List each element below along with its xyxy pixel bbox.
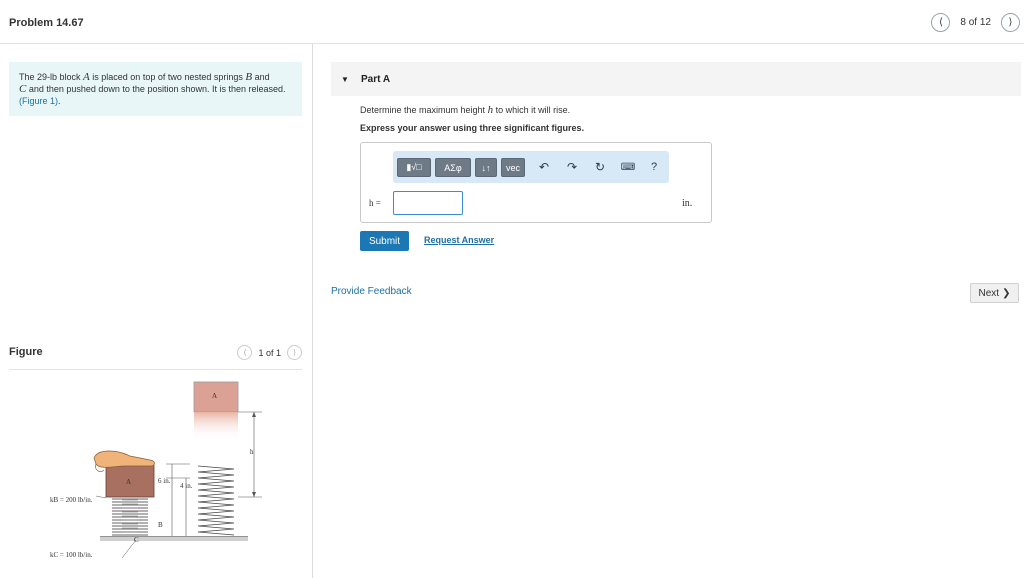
spring-block-figure: A A h 6 in. 4 in. kB = 200 lb/in. B C kC… [40, 378, 280, 578]
figure-pager: ⟨ 1 of 1 ⟩ [237, 345, 302, 360]
request-answer-link[interactable]: Request Answer [424, 235, 494, 245]
provide-feedback-link[interactable]: Provide Feedback [331, 286, 412, 297]
answer-input[interactable] [393, 191, 463, 215]
problem-pager-text: 8 of 12 [960, 17, 991, 28]
problem-text: The 29-lb block [19, 72, 84, 82]
label-spring-c: C [134, 536, 139, 544]
figure-link[interactable]: (Figure 1) [19, 96, 58, 106]
part-a-header[interactable]: ▼ Part A [331, 62, 1021, 96]
block-motion-trail [194, 412, 238, 440]
spring-free [197, 465, 235, 536]
label-6in: 6 in. [158, 477, 171, 485]
figure-header: Figure ⟨ 1 of 1 ⟩ [9, 344, 302, 370]
answer-label: h = [369, 198, 381, 208]
var-a: A [83, 71, 90, 83]
vec-button[interactable]: vec [501, 158, 525, 177]
undo-icon[interactable]: ↶ [535, 159, 553, 175]
chevron-left-icon: ⟨ [938, 17, 943, 28]
prev-figure-button[interactable]: ⟨ [237, 345, 253, 360]
ground [100, 537, 248, 541]
label-kc: kC = 100 lb/in. [50, 551, 93, 559]
caret-down-icon[interactable]: ▼ [341, 75, 349, 84]
problem-pager: ⟨ 8 of 12 ⟩ [931, 13, 1020, 32]
keyboard-icon[interactable]: ⌨ [619, 159, 637, 175]
greek-button[interactable]: ΑΣφ [435, 158, 471, 177]
label-4in: 4 in. [180, 482, 193, 490]
help-button[interactable]: ? [645, 159, 663, 175]
question-text: Determine the maximum height h to which … [360, 104, 570, 116]
chevron-right-icon: ⟩ [292, 348, 297, 357]
problem-title: Problem 14.67 [9, 17, 84, 29]
label-block-top: A [212, 392, 218, 400]
templates-button[interactable]: ▮√□ [397, 158, 431, 177]
figure-pager-text: 1 of 1 [258, 347, 281, 358]
label-kb: kB = 200 lb/in. [50, 496, 93, 504]
problem-text: . [58, 96, 61, 106]
spring-b [112, 498, 148, 536]
redo-icon[interactable]: ↷ [563, 159, 581, 175]
figure-title: Figure [9, 346, 43, 358]
chevron-right-icon: ❯ [1002, 287, 1011, 299]
next-figure-button[interactable]: ⟩ [287, 345, 302, 360]
arrows-button[interactable]: ↓↑ [475, 158, 497, 177]
label-h: h [250, 448, 254, 456]
label-spring-b: B [158, 521, 163, 529]
problem-text: and then pushed down to the position sho… [26, 84, 286, 94]
answer-instruction: Express your answer using three signific… [360, 123, 585, 133]
column-divider [312, 44, 313, 578]
reset-icon[interactable]: ↻ [591, 159, 609, 175]
problem-text: and [252, 72, 270, 82]
chevron-left-icon: ⟨ [243, 348, 247, 357]
next-button[interactable]: Next ❯ [970, 283, 1019, 303]
answer-unit: in. [682, 198, 693, 209]
next-label: Next [978, 287, 1000, 299]
problem-statement: The 29-lb block A is placed on top of tw… [9, 62, 302, 116]
prev-problem-button[interactable]: ⟨ [931, 13, 951, 32]
problem-text: is placed on top of two nested springs [89, 72, 246, 82]
question-post: to which it will rise. [493, 105, 571, 115]
chevron-right-icon: ⟩ [1008, 17, 1013, 28]
part-a-title: Part A [361, 74, 391, 85]
math-toolbar: ▮√□ ΑΣφ ↓↑ vec ↶ ↷ ↻ ⌨ ? [393, 151, 669, 183]
question-pre: Determine the maximum height [360, 105, 488, 115]
answer-box: ▮√□ ΑΣφ ↓↑ vec ↶ ↷ ↻ ⌨ ? h = in. [360, 142, 712, 223]
submit-button[interactable]: Submit [360, 231, 409, 251]
hand-icon [93, 450, 155, 468]
next-problem-button[interactable]: ⟩ [1001, 13, 1020, 32]
header: Problem 14.67 ⟨ 8 of 12 ⟩ [0, 0, 1024, 44]
label-block-bottom: A [126, 478, 132, 486]
